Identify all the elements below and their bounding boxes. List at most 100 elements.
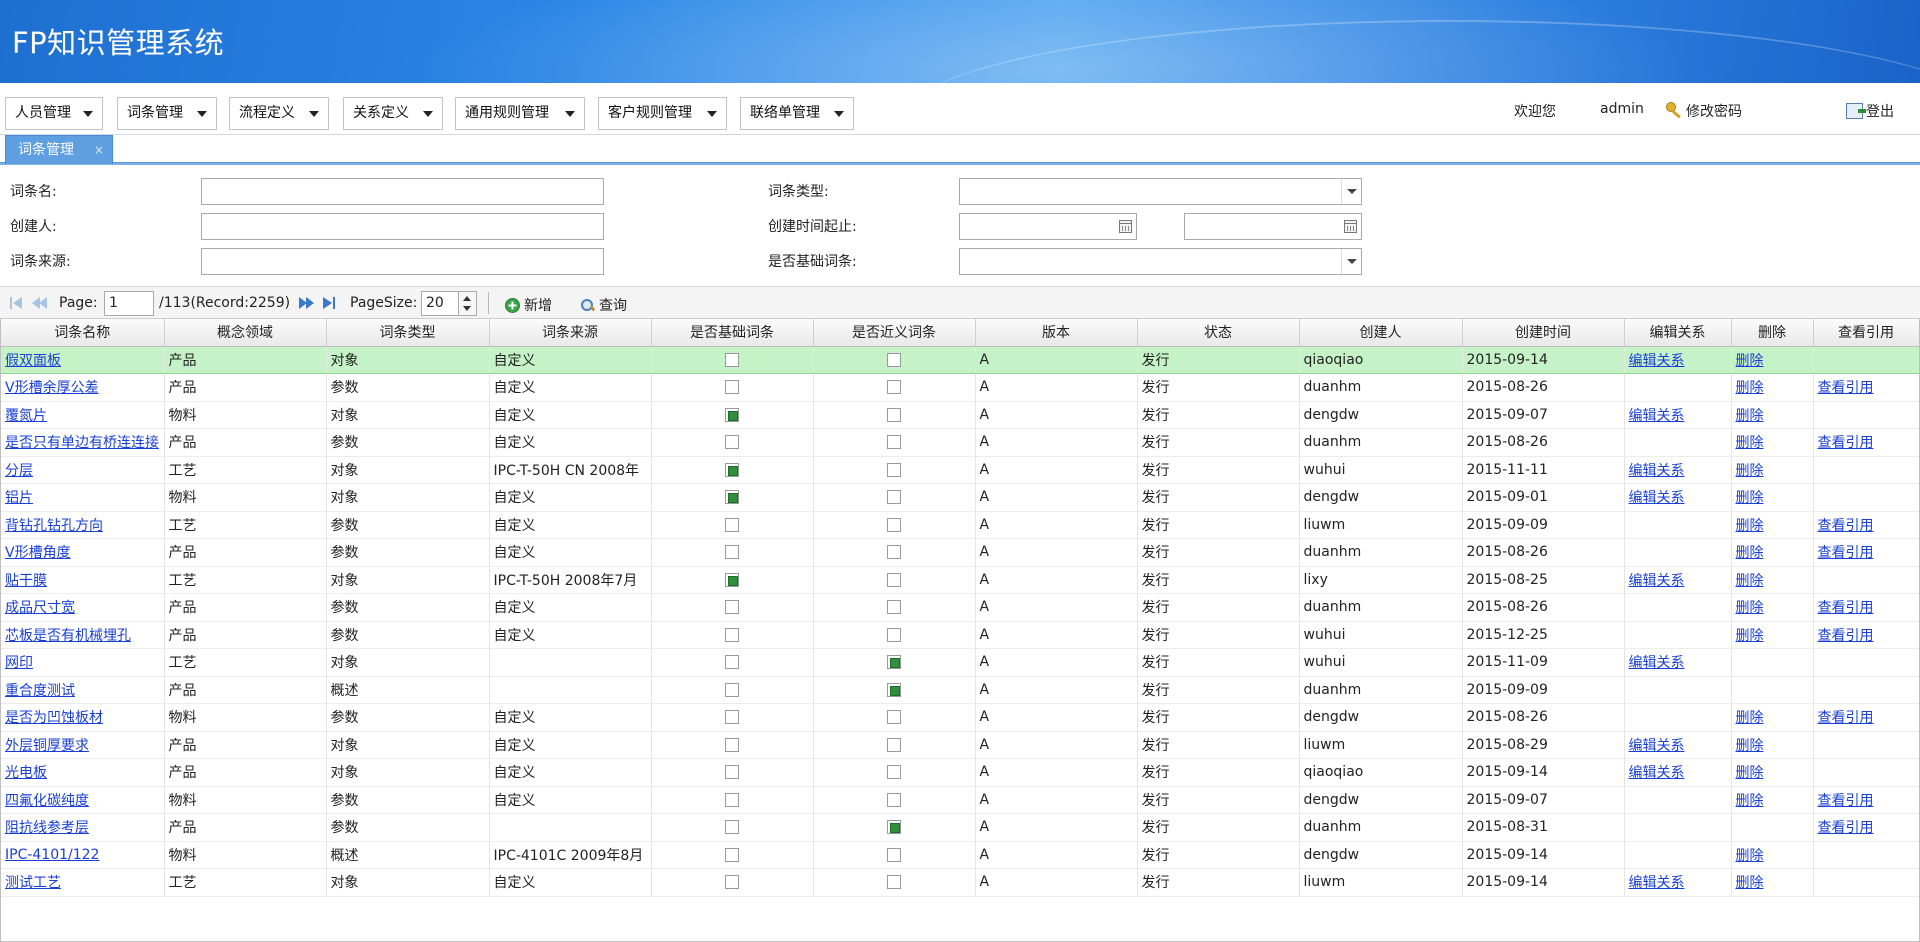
delete-link[interactable]: 删除 bbox=[1736, 353, 1764, 369]
delete-link[interactable]: 删除 bbox=[1736, 765, 1764, 781]
column-header[interactable]: 词条来源 bbox=[489, 319, 652, 347]
table-row[interactable]: 背钻孔钻孔方向 工艺 参数 自定义 A 发行 liuwm 2015-09-09 删除 查看引用 bbox=[1, 511, 1919, 539]
pagesize-input[interactable]: 20 bbox=[421, 291, 459, 316]
term-name-link[interactable]: IPC-4101/122 bbox=[5, 847, 99, 863]
edit-relation-link[interactable]: 编辑关系 bbox=[1629, 765, 1685, 781]
table-row[interactable]: 四氟化碳纯度 物料 参数 自定义 A 发行 dengdw 2015-09-07 删除 查看引用 bbox=[1, 786, 1919, 814]
view-reference-link[interactable]: 查看引用 bbox=[1818, 380, 1874, 396]
is-synonym-checkbox[interactable] bbox=[887, 820, 901, 835]
is-synonym-checkbox[interactable] bbox=[887, 572, 901, 587]
is-synonym-checkbox[interactable] bbox=[887, 490, 901, 505]
is-synonym-checkbox[interactable] bbox=[887, 655, 901, 670]
term-name-input[interactable] bbox=[201, 178, 604, 205]
table-row[interactable]: 成品尺寸宽 产品 参数 自定义 A 发行 duanhm 2015-08-26 删除 查看引用 bbox=[1, 593, 1919, 622]
is-basic-select[interactable] bbox=[959, 248, 1362, 275]
term-name-link[interactable]: 成品尺寸宽 bbox=[5, 600, 75, 616]
is-basic-checkbox[interactable] bbox=[725, 352, 739, 367]
menu-terms[interactable]: 词条管理 bbox=[117, 97, 217, 130]
table-row[interactable]: V形槽角度 产品 参数 自定义 A 发行 duanhm 2015-08-26 删除 查看引用 bbox=[1, 538, 1919, 567]
edit-relation-link[interactable]: 编辑关系 bbox=[1629, 490, 1685, 506]
column-header[interactable]: 词条名称 bbox=[1, 319, 165, 347]
is-basic-checkbox[interactable] bbox=[725, 462, 739, 477]
view-reference-link[interactable]: 查看引用 bbox=[1818, 628, 1874, 644]
term-name-link[interactable]: 是否只有单边有桥连连接 bbox=[5, 435, 159, 451]
column-header[interactable]: 查看引用 bbox=[1813, 319, 1919, 347]
table-row[interactable]: 是否只有单边有桥连连接 产品 参数 自定义 A 发行 duanhm 2015-08-26 删除 查… bbox=[1, 428, 1919, 457]
table-row[interactable]: 贴干膜 工艺 对象 IPC-T-50H 2008年7月 A 发行 lixy 2015-08-2… bbox=[1, 566, 1919, 594]
column-header[interactable]: 编辑关系 bbox=[1624, 319, 1732, 347]
calendar-icon[interactable] bbox=[1344, 220, 1357, 233]
term-name-link[interactable]: 重合度测试 bbox=[5, 683, 75, 699]
is-basic-checkbox[interactable] bbox=[725, 407, 739, 422]
delete-link[interactable]: 删除 bbox=[1736, 848, 1764, 864]
term-name-link[interactable]: 是否为凹蚀板材 bbox=[5, 710, 103, 726]
creator-input[interactable] bbox=[201, 213, 604, 240]
delete-link[interactable]: 删除 bbox=[1736, 380, 1764, 396]
delete-link[interactable]: 删除 bbox=[1736, 628, 1764, 644]
view-reference-link[interactable]: 查看引用 bbox=[1818, 793, 1874, 809]
is-synonym-checkbox[interactable] bbox=[887, 792, 901, 807]
view-reference-link[interactable]: 查看引用 bbox=[1818, 435, 1874, 451]
source-input[interactable] bbox=[201, 248, 604, 275]
prev-page-icon[interactable] bbox=[32, 296, 48, 310]
term-name-link[interactable]: 铝片 bbox=[5, 490, 33, 506]
delete-link[interactable]: 删除 bbox=[1736, 600, 1764, 616]
term-name-link[interactable]: 光电板 bbox=[5, 765, 47, 781]
table-row[interactable]: 测试工艺 工艺 对象 自定义 A 发行 liuwm 2015-09-14 编辑关系 删除 bbox=[1, 868, 1919, 897]
is-basic-checkbox[interactable] bbox=[725, 435, 739, 450]
is-synonym-checkbox[interactable] bbox=[887, 352, 901, 367]
is-synonym-checkbox[interactable] bbox=[887, 517, 901, 532]
query-button[interactable]: 查询 bbox=[580, 295, 627, 315]
column-header[interactable]: 删除 bbox=[1731, 319, 1814, 347]
is-synonym-checkbox[interactable] bbox=[887, 380, 901, 395]
chevron-down-icon[interactable] bbox=[1341, 179, 1361, 204]
delete-link[interactable]: 删除 bbox=[1736, 875, 1764, 891]
is-basic-checkbox[interactable] bbox=[725, 792, 739, 807]
is-basic-checkbox[interactable] bbox=[725, 737, 739, 752]
is-basic-checkbox[interactable] bbox=[725, 380, 739, 395]
term-name-link[interactable]: 假双面板 bbox=[5, 353, 61, 369]
is-basic-checkbox[interactable] bbox=[725, 655, 739, 670]
is-basic-checkbox[interactable] bbox=[725, 517, 739, 532]
term-name-link[interactable]: 芯板是否有机械埋孔 bbox=[5, 628, 131, 644]
table-row[interactable]: 覆氮片 物料 对象 自定义 A 发行 dengdw 2015-09-07 编辑关系 删除 bbox=[1, 401, 1919, 429]
is-synonym-checkbox[interactable] bbox=[887, 765, 901, 780]
column-header[interactable]: 概念领域 bbox=[164, 319, 327, 347]
column-header[interactable]: 创建人 bbox=[1299, 319, 1463, 347]
view-reference-link[interactable]: 查看引用 bbox=[1818, 545, 1874, 561]
menu-relations[interactable]: 关系定义 bbox=[343, 97, 443, 130]
next-page-icon[interactable] bbox=[299, 296, 315, 310]
calendar-icon[interactable] bbox=[1119, 220, 1132, 233]
column-header[interactable]: 创建时间 bbox=[1462, 319, 1625, 347]
chevron-down-icon[interactable] bbox=[1341, 249, 1361, 274]
table-row[interactable]: 是否为凹蚀板材 物料 参数 自定义 A 发行 dengdw 2015-08-26 删除 查看引用 bbox=[1, 703, 1919, 732]
is-synonym-checkbox[interactable] bbox=[887, 435, 901, 450]
menu-workflow[interactable]: 流程定义 bbox=[229, 97, 329, 130]
delete-link[interactable]: 删除 bbox=[1736, 518, 1764, 534]
pagesize-spinner[interactable] bbox=[459, 291, 477, 316]
table-row[interactable]: 假双面板 产品 对象 自定义 A 发行 qiaoqiao 2015-09-14 编辑关系 删除 bbox=[1, 346, 1919, 374]
delete-link[interactable]: 删除 bbox=[1736, 545, 1764, 561]
column-header[interactable]: 版本 bbox=[975, 319, 1138, 347]
delete-link[interactable]: 删除 bbox=[1736, 573, 1764, 589]
table-row[interactable]: 重合度测试 产品 概述 A 发行 duanhm 2015-09-09 bbox=[1, 676, 1919, 704]
table-row[interactable]: 分层 工艺 对象 IPC-T-50H CN 2008年 A 发行 wuhui 2015-11-… bbox=[1, 456, 1919, 484]
is-synonym-checkbox[interactable] bbox=[887, 737, 901, 752]
add-button[interactable]: 新增 bbox=[505, 295, 552, 315]
delete-link[interactable]: 删除 bbox=[1736, 408, 1764, 424]
delete-link[interactable]: 删除 bbox=[1736, 738, 1764, 754]
page-input[interactable]: 1 bbox=[104, 291, 154, 316]
table-row[interactable]: 网印 工艺 对象 A 发行 wuhui 2015-11-09 编辑关系 bbox=[1, 648, 1919, 677]
term-type-select[interactable] bbox=[959, 178, 1362, 205]
delete-link[interactable]: 删除 bbox=[1736, 710, 1764, 726]
change-password-link[interactable]: 修改密码 bbox=[1666, 101, 1742, 121]
is-basic-checkbox[interactable] bbox=[725, 572, 739, 587]
edit-relation-link[interactable]: 编辑关系 bbox=[1629, 463, 1685, 479]
is-synonym-checkbox[interactable] bbox=[887, 627, 901, 642]
last-page-icon[interactable] bbox=[322, 296, 338, 310]
column-header[interactable]: 是否基础词条 bbox=[651, 319, 814, 347]
table-row[interactable]: 光电板 产品 对象 自定义 A 发行 qiaoqiao 2015-09-14 编辑关系 删除 bbox=[1, 758, 1919, 787]
term-name-link[interactable]: 背钻孔钻孔方向 bbox=[5, 518, 103, 534]
edit-relation-link[interactable]: 编辑关系 bbox=[1629, 875, 1685, 891]
is-basic-checkbox[interactable] bbox=[725, 765, 739, 780]
